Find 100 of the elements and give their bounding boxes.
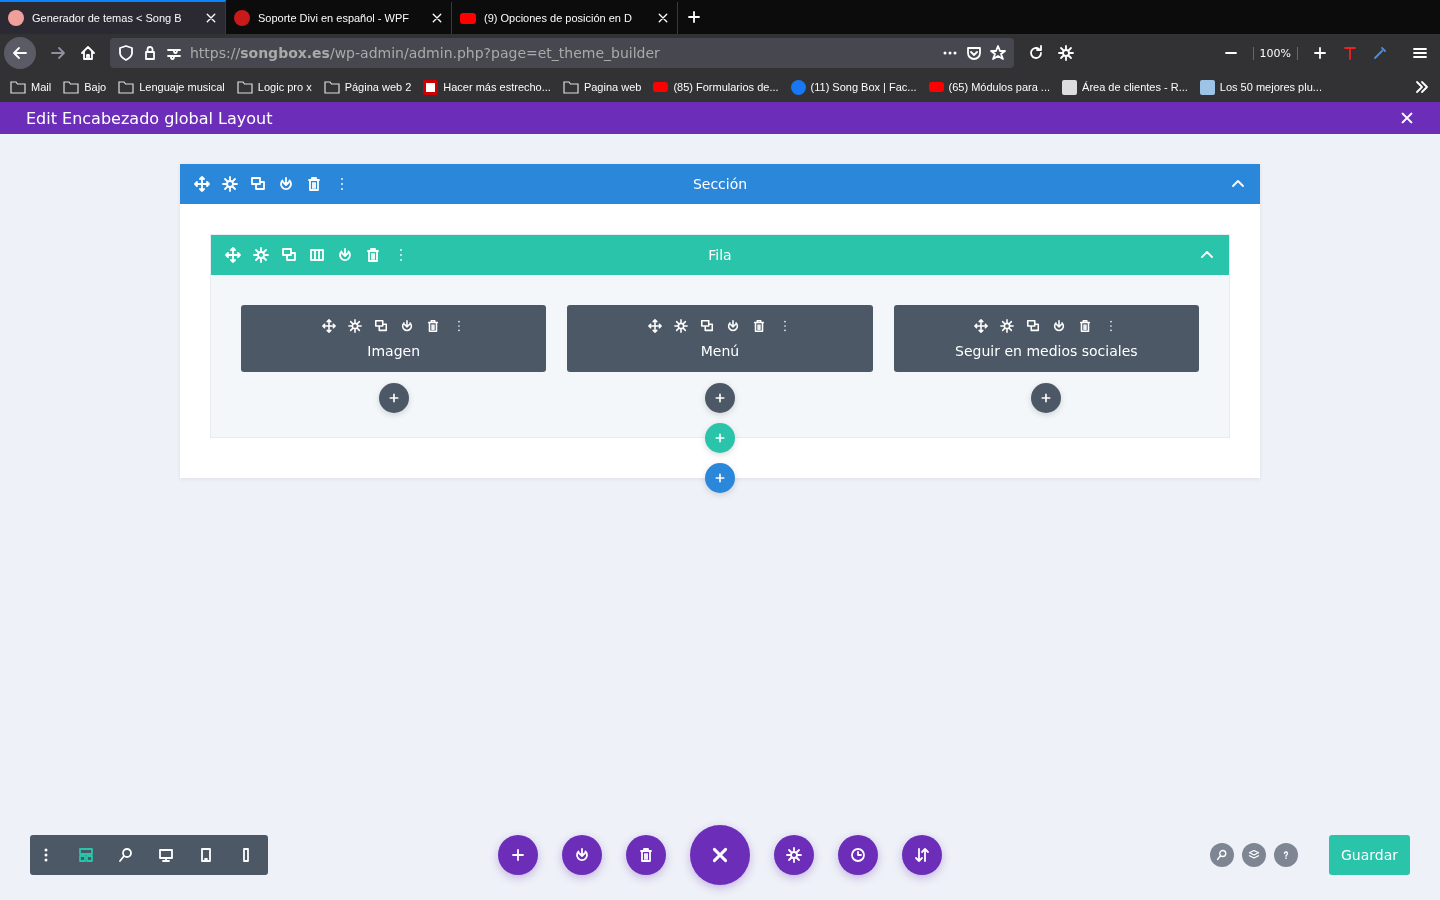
folder-icon bbox=[63, 80, 80, 94]
help-button[interactable] bbox=[1273, 843, 1298, 867]
module-card[interactable]: Imagen bbox=[241, 305, 547, 372]
portability-button[interactable] bbox=[562, 835, 602, 875]
trash-icon[interactable] bbox=[1078, 318, 1093, 333]
add-button[interactable] bbox=[498, 835, 538, 875]
circle-arrow-icon[interactable] bbox=[399, 318, 414, 333]
youtube-icon bbox=[928, 82, 944, 92]
bookmark[interactable]: (65) Módulos para ... bbox=[928, 81, 1051, 93]
history-button[interactable] bbox=[838, 835, 878, 875]
bookmark[interactable]: Área de clientes - R... bbox=[1062, 79, 1188, 95]
settings-icon[interactable] bbox=[222, 176, 238, 192]
reload-icon[interactable] bbox=[1028, 45, 1044, 61]
gear-icon[interactable] bbox=[1058, 45, 1074, 61]
move-icon[interactable] bbox=[321, 318, 336, 333]
circle-arrow-icon[interactable] bbox=[278, 176, 294, 192]
history-icon bbox=[850, 847, 866, 863]
move-icon[interactable] bbox=[648, 318, 662, 333]
add-module-button[interactable] bbox=[1031, 383, 1062, 413]
site-favicon-icon bbox=[1199, 79, 1215, 95]
circle-arrow-icon bbox=[574, 847, 590, 863]
eyedropper-icon[interactable] bbox=[1372, 45, 1388, 61]
wireframe-icon[interactable] bbox=[78, 847, 94, 863]
home-icon[interactable] bbox=[80, 45, 96, 61]
module-card[interactable]: Menú bbox=[567, 305, 873, 372]
circle-arrow-icon[interactable] bbox=[1052, 318, 1067, 333]
bookmark[interactable]: Lenguaje musical bbox=[118, 80, 225, 94]
duplicate-icon[interactable] bbox=[373, 318, 388, 333]
add-module-button[interactable] bbox=[378, 383, 409, 413]
bookmark[interactable]: Página web 2 bbox=[323, 80, 412, 94]
star-icon[interactable] bbox=[990, 45, 1006, 61]
row-label: Fila bbox=[708, 247, 732, 263]
trash-icon[interactable] bbox=[752, 318, 766, 333]
duplicate-icon[interactable] bbox=[1026, 318, 1041, 333]
section-label: Sección bbox=[692, 176, 748, 192]
sort-icon bbox=[914, 847, 930, 863]
youtube-icon bbox=[460, 12, 476, 24]
youtube-icon bbox=[653, 82, 669, 92]
address-bar[interactable]: https://songbox.es/wp-admin/admin.php?page=et_theme_builder bbox=[110, 38, 1014, 68]
url-text: https://songbox.es/wp-admin/admin.php?page=et_theme_builder bbox=[190, 45, 661, 61]
plus-icon bbox=[1040, 392, 1053, 404]
search-button[interactable] bbox=[1209, 843, 1234, 867]
plus-icon bbox=[510, 847, 526, 863]
exit-button[interactable] bbox=[690, 825, 750, 885]
wpfacil-favicon-icon bbox=[423, 79, 439, 95]
back-button[interactable] bbox=[4, 37, 36, 69]
close-icon[interactable] bbox=[431, 12, 443, 24]
new-tab-plus-icon[interactable] bbox=[686, 9, 702, 25]
layers-icon bbox=[1247, 849, 1260, 861]
search-icon[interactable] bbox=[118, 847, 134, 863]
delete-button[interactable] bbox=[626, 835, 666, 875]
trash-icon[interactable] bbox=[306, 176, 322, 192]
bookmark[interactable]: Los 50 mejores plu... bbox=[1199, 79, 1322, 95]
settings-button[interactable] bbox=[774, 835, 814, 875]
forward-arrow-icon[interactable] bbox=[50, 45, 66, 61]
pocket-icon[interactable] bbox=[966, 45, 982, 61]
bookmark[interactable]: Hacer más estrecho... bbox=[423, 79, 551, 95]
extension-icon[interactable] bbox=[1342, 45, 1358, 61]
close-icon bbox=[711, 846, 729, 864]
more-bookmarks-icon[interactable] bbox=[1414, 79, 1430, 95]
folder-icon bbox=[323, 80, 340, 94]
trash-icon[interactable] bbox=[425, 318, 440, 333]
bookmark[interactable]: Mail bbox=[10, 80, 52, 94]
menu-icon[interactable] bbox=[1412, 45, 1428, 61]
add-module-button[interactable] bbox=[705, 383, 735, 413]
move-icon[interactable] bbox=[194, 176, 210, 192]
bookmark[interactable]: Logic pro x bbox=[236, 80, 312, 94]
circle-arrow-icon[interactable] bbox=[726, 318, 740, 333]
add-section-button[interactable] bbox=[705, 463, 735, 493]
bookmark[interactable]: Pagina web bbox=[562, 80, 642, 94]
module-label: Menú bbox=[700, 342, 740, 359]
tablet-icon[interactable] bbox=[198, 847, 214, 863]
folder-icon bbox=[562, 80, 579, 94]
wpfacil-favicon-icon bbox=[234, 10, 250, 26]
browser-tab[interactable]: Generador de temas < Song B bbox=[0, 0, 226, 34]
plus-icon bbox=[387, 392, 400, 404]
duplicate-icon[interactable] bbox=[700, 318, 714, 333]
close-icon[interactable] bbox=[205, 12, 217, 24]
folder-icon bbox=[236, 80, 253, 94]
zoom-in-icon[interactable] bbox=[1312, 45, 1328, 61]
settings-icon[interactable] bbox=[347, 318, 362, 333]
bookmark[interactable]: (85) Formularios de... bbox=[653, 81, 779, 93]
bookmark[interactable]: Bajo bbox=[63, 80, 107, 94]
close-icon[interactable] bbox=[657, 12, 669, 24]
zoom-level[interactable]: 100% bbox=[1252, 46, 1298, 60]
duplicate-icon[interactable] bbox=[250, 176, 266, 192]
bookmark[interactable]: (11) Song Box | Fac... bbox=[790, 79, 917, 95]
settings-icon[interactable] bbox=[1000, 318, 1015, 333]
module-card[interactable]: Seguir en medios sociales bbox=[893, 305, 1199, 372]
close-icon[interactable] bbox=[1400, 111, 1414, 125]
shield-icon[interactable] bbox=[118, 45, 134, 61]
move-icon[interactable] bbox=[974, 318, 989, 333]
desktop-icon[interactable] bbox=[158, 847, 174, 863]
layers-button[interactable] bbox=[1241, 843, 1266, 867]
settings-icon bbox=[786, 847, 802, 863]
plus-icon bbox=[714, 472, 726, 484]
settings-icon[interactable] bbox=[674, 318, 688, 333]
sort-button[interactable] bbox=[902, 835, 942, 875]
search-icon bbox=[1215, 849, 1228, 861]
facebook-icon bbox=[790, 79, 806, 95]
